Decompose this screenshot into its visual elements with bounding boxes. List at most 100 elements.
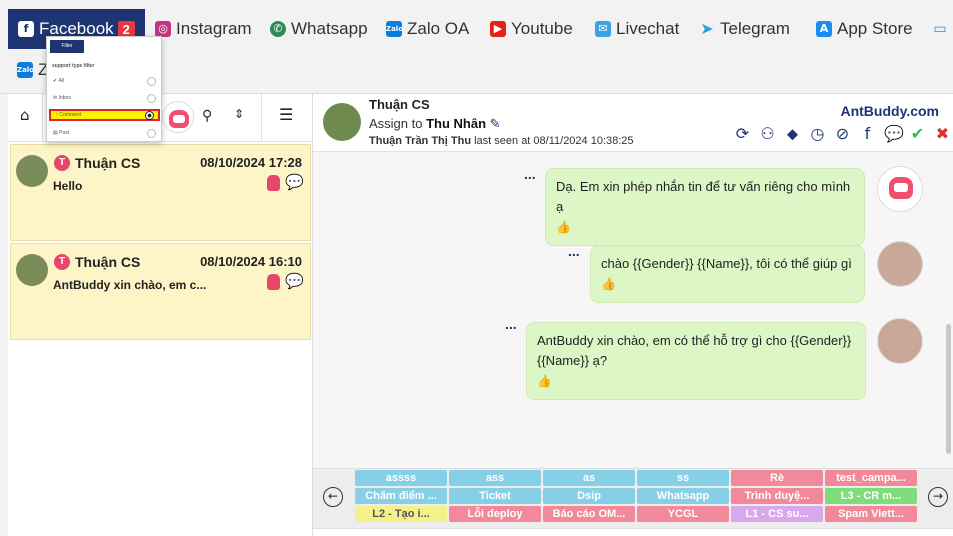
edit-pencil-icon[interactable]: ✎ bbox=[490, 116, 501, 131]
history-icon[interactable]: ◷ bbox=[809, 124, 826, 144]
arrow-right-icon[interactable]: → bbox=[928, 487, 948, 507]
filter-title: support type filter bbox=[52, 63, 95, 69]
conversation-preview: AntBuddy xin chào, em c... bbox=[53, 278, 207, 292]
radio[interactable] bbox=[147, 128, 156, 138]
conversation-preview: Hello bbox=[53, 179, 83, 193]
tag-chip[interactable]: L1 - CS su... bbox=[731, 506, 823, 522]
assignee-badge: T bbox=[54, 254, 70, 270]
list-menu-icon[interactable]: ☰ bbox=[279, 105, 293, 124]
tab-label: App Store bbox=[837, 19, 913, 38]
tab-youtube[interactable]: ▶ Youtube bbox=[490, 14, 573, 44]
tag-chip[interactable]: Whatsapp bbox=[637, 488, 729, 504]
more-channels-icon[interactable]: ▭ bbox=[932, 14, 953, 44]
conversation-time: 08/10/2024 16:10 bbox=[200, 254, 302, 269]
support-type-filter-popup: Filter support type filter ✔ All ✉ Inbox… bbox=[46, 36, 162, 142]
tab-zalo-secondary[interactable]: Zalo Z bbox=[17, 55, 48, 85]
filter-option-post[interactable]: ▤ Post bbox=[49, 127, 160, 139]
like-icon[interactable]: 👍 bbox=[556, 217, 854, 237]
check-icon[interactable]: ✔ bbox=[909, 124, 926, 144]
brand-label: AntBuddy.com bbox=[840, 103, 939, 119]
tag-chip[interactable]: Chấm điểm ... bbox=[355, 488, 447, 504]
chat-header: Thuận CS Assign to Thu Nhân ✎ Thuận Trần… bbox=[313, 94, 953, 152]
tab-label: Whatsapp bbox=[291, 19, 368, 38]
agent-avatar bbox=[877, 318, 923, 364]
tag-chip[interactable]: Trình duyệ... bbox=[731, 488, 823, 504]
message-bubble: AntBuddy xin chào, em có thể hỗ trợ gì c… bbox=[526, 322, 866, 400]
tag-chip[interactable]: ass bbox=[449, 470, 541, 486]
message-bubble: chào {{Gender}} {{Name}}, tôi có thể giú… bbox=[590, 245, 865, 303]
assignee-name[interactable]: Thu Nhân bbox=[426, 116, 486, 131]
like-icon[interactable]: 👍 bbox=[601, 274, 854, 294]
tab-label: Youtube bbox=[511, 19, 573, 38]
chat-actions: ⟳ ⚇ ⬥ ◷ ⊘ f 💬 ✔ ✖ bbox=[734, 124, 951, 144]
filter-option-inbox[interactable]: ✉ Inbox bbox=[49, 92, 160, 104]
search-icon[interactable]: ⚲ bbox=[202, 108, 212, 124]
arrow-left-icon[interactable]: ← bbox=[323, 487, 343, 507]
whatsapp-icon: ✆ bbox=[270, 21, 286, 37]
tag-chip[interactable]: Dsip bbox=[543, 488, 635, 504]
instagram-icon: ◎ bbox=[155, 21, 171, 37]
tag-chip[interactable]: Spam Viett... bbox=[825, 506, 917, 522]
comment-icon: 💬 bbox=[285, 273, 304, 290]
tag-bar: ← assss ass as ss Rè test_campa... Chấm điểm .… bbox=[313, 468, 953, 528]
assignee-badge: T bbox=[54, 155, 70, 171]
message-menu-icon[interactable]: ... bbox=[568, 243, 580, 259]
comment-icon[interactable]: 💬 bbox=[884, 124, 904, 144]
tag-chip[interactable]: Rè bbox=[731, 470, 823, 486]
contact-avatar bbox=[323, 103, 361, 141]
livechat-icon: ✉ bbox=[595, 21, 611, 37]
filter-button[interactable]: Filter bbox=[50, 40, 84, 53]
tag-chip[interactable]: test_campa... bbox=[825, 470, 917, 486]
antbuddy-bot-avatar[interactable] bbox=[162, 101, 194, 133]
like-icon[interactable]: 👍 bbox=[537, 371, 855, 391]
tag-icon[interactable]: ⬥ bbox=[784, 124, 801, 144]
radio[interactable] bbox=[147, 93, 156, 103]
agent-avatar bbox=[877, 241, 923, 287]
tag-chip[interactable]: ss bbox=[637, 470, 729, 486]
refresh-icon[interactable]: ⟳ bbox=[734, 124, 751, 144]
conversation-name: Thuận CS bbox=[75, 254, 141, 270]
zalo-icon: Zalo bbox=[386, 21, 403, 37]
conversation-name: Thuận CS bbox=[75, 155, 141, 171]
tab-zalo[interactable]: Zalo Zalo OA bbox=[386, 14, 469, 44]
antbuddy-bot-icon bbox=[267, 175, 280, 191]
conversation-item[interactable]: T Thuận CS 08/10/2024 17:28 Hello 💬 bbox=[10, 144, 311, 241]
conversation-item[interactable]: T Thuận CS 08/10/2024 16:10 AntBuddy xin… bbox=[10, 243, 311, 340]
tag-chip[interactable]: assss bbox=[355, 470, 447, 486]
tag-chip[interactable]: L3 - CR m... bbox=[825, 488, 917, 504]
last-seen: Thuận Trần Thị Thu last seen at 08/11/20… bbox=[369, 135, 634, 147]
tab-whatsapp[interactable]: ✆ Whatsapp bbox=[270, 14, 368, 44]
radio-selected[interactable] bbox=[145, 110, 154, 120]
assign-line: Assign to Thu Nhân ✎ bbox=[369, 116, 501, 131]
scrollbar[interactable] bbox=[946, 324, 951, 454]
tab-label: Telegram bbox=[720, 19, 790, 38]
block-icon[interactable]: ⊘ bbox=[834, 124, 851, 144]
facebook-icon[interactable]: f bbox=[859, 124, 876, 144]
tab-instagram[interactable]: ◎ Instagram bbox=[155, 14, 252, 44]
radio[interactable] bbox=[147, 76, 156, 86]
inbox-icon[interactable]: ⌂ bbox=[20, 106, 30, 124]
group-users-icon[interactable]: ⚇ bbox=[759, 124, 776, 144]
antbuddy-bot-icon bbox=[267, 274, 280, 290]
tag-chip[interactable]: YCGL bbox=[637, 506, 729, 522]
tab-app-store[interactable]: A App Store bbox=[816, 14, 913, 44]
tab-livechat[interactable]: ✉ Livechat bbox=[595, 14, 679, 44]
avatar bbox=[16, 155, 48, 187]
tab-telegram[interactable]: ➤ Telegram bbox=[699, 14, 790, 44]
tab-label: Livechat bbox=[616, 19, 680, 38]
youtube-icon: ▶ bbox=[490, 21, 506, 37]
message-menu-icon[interactable]: ... bbox=[505, 316, 517, 332]
tag-chip[interactable]: Báo cáo OM... bbox=[543, 506, 635, 522]
filter-option-comment[interactable]: ◔ Comment bbox=[49, 109, 160, 121]
tag-chip[interactable]: Ticket bbox=[449, 488, 541, 504]
tag-chip[interactable]: L2 - Tạo i... bbox=[355, 506, 447, 522]
close-icon[interactable]: ✖ bbox=[934, 124, 951, 144]
message-menu-icon[interactable]: ... bbox=[524, 166, 536, 182]
tag-chip[interactable]: as bbox=[543, 470, 635, 486]
agent-avatar-bot bbox=[877, 166, 923, 212]
tab-label: Zalo OA bbox=[407, 19, 470, 38]
sort-icon[interactable]: ⇕ bbox=[234, 107, 244, 121]
conversation-time: 08/10/2024 17:28 bbox=[200, 155, 302, 170]
tag-chip[interactable]: Lỗi deploy bbox=[449, 506, 541, 522]
filter-option-all[interactable]: ✔ All bbox=[49, 75, 160, 87]
